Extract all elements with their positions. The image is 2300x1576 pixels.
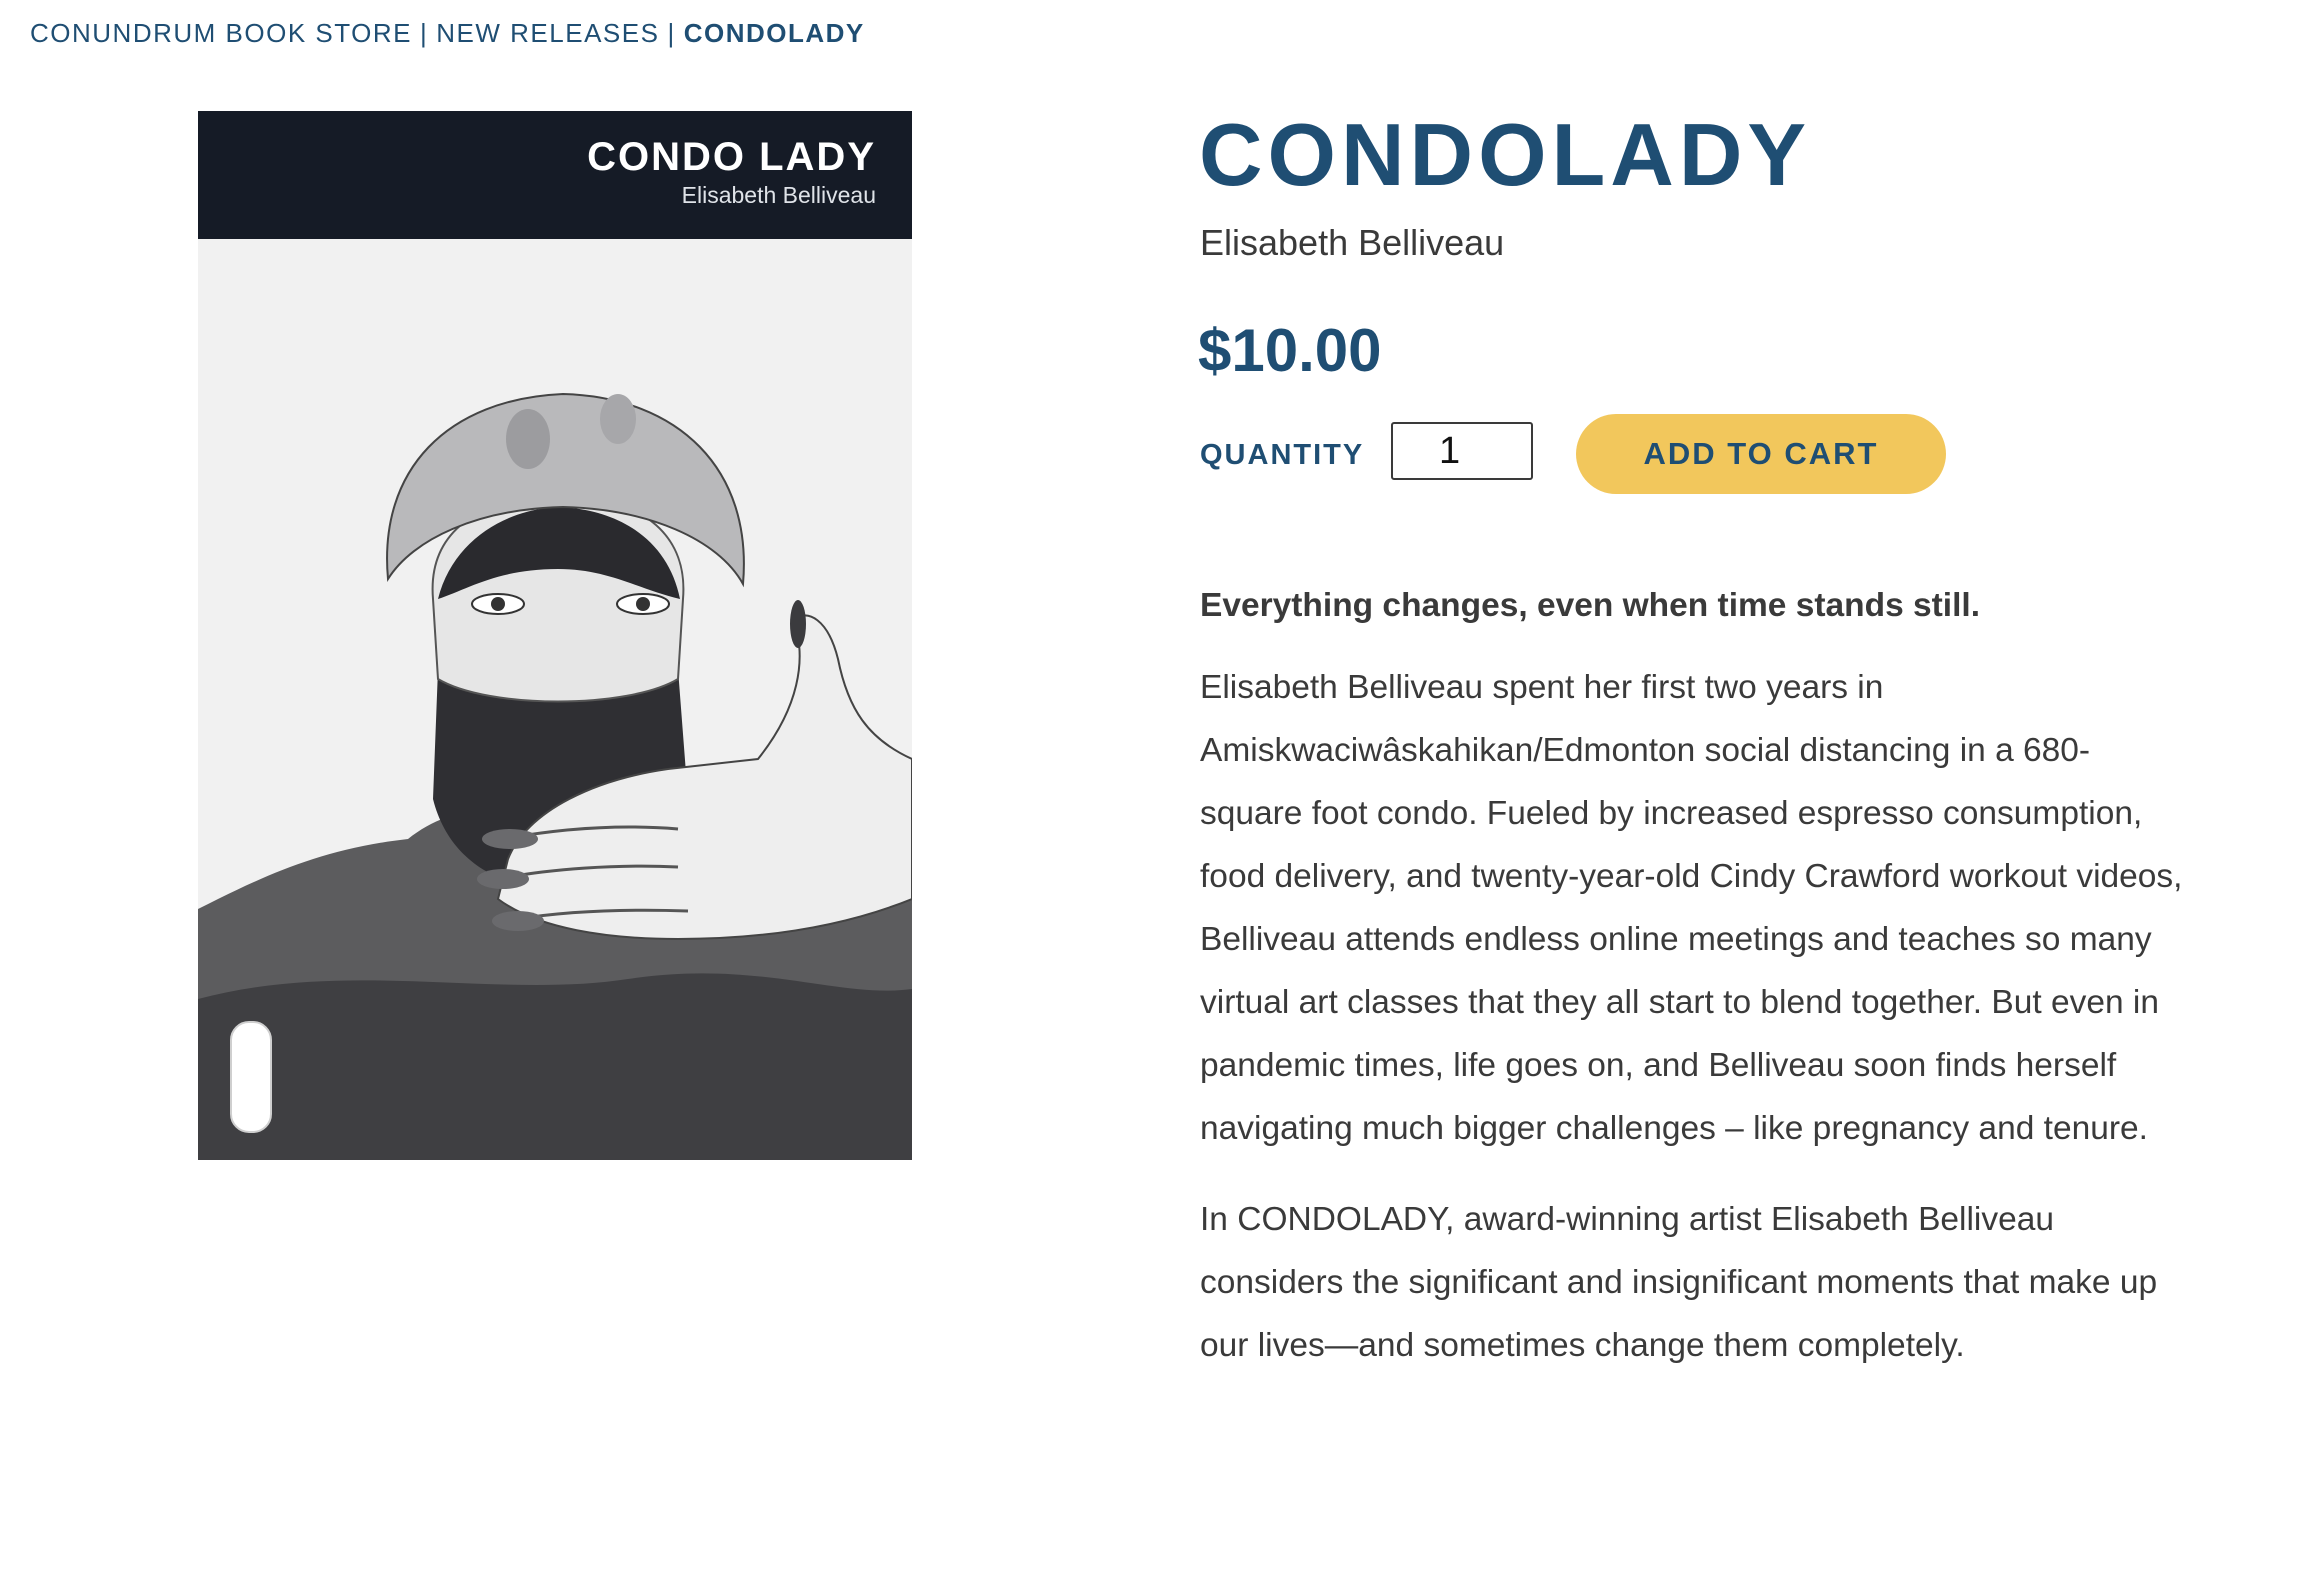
- description-paragraph-1: Elisabeth Belliveau spent her first two …: [1200, 669, 2183, 1147]
- product-description: Everything changes, even when time stand…: [1200, 576, 2190, 1377]
- breadcrumb-separator: |: [420, 18, 429, 48]
- breadcrumb-store-link[interactable]: CONUNDRUM BOOK STORE: [30, 18, 412, 48]
- breadcrumb-separator: |: [667, 18, 676, 48]
- cover-author: Elisabeth Belliveau: [681, 182, 876, 208]
- add-to-cart-button[interactable]: ADD TO CART: [1576, 414, 1946, 494]
- publisher-logo-icon: [230, 1021, 272, 1133]
- product-title: CONDOLADY: [1199, 105, 1812, 204]
- description-paragraph-2: In CONDOLADY, award-winning artist Elisa…: [1200, 1201, 2158, 1364]
- book-cover-image[interactable]: CONDO LADY Elisabeth Belliveau: [198, 111, 912, 1160]
- product-author: Elisabeth Belliveau: [1200, 222, 1505, 263]
- product-price: $10.00: [1198, 317, 1382, 384]
- breadcrumb: CONUNDRUM BOOK STORE | NEW RELEASES | CONDOL…: [30, 18, 865, 49]
- cover-title: CONDO LADY: [587, 135, 876, 179]
- quantity-label: QUANTITY: [1200, 439, 1365, 471]
- quantity-input[interactable]: [1391, 422, 1533, 480]
- cover-illustration: [198, 239, 912, 1160]
- breadcrumb-new-releases-link[interactable]: NEW RELEASES: [436, 18, 659, 48]
- description-tagline: Everything changes, even when time stand…: [1200, 587, 1981, 624]
- breadcrumb-current: CONDOLADY: [683, 18, 865, 48]
